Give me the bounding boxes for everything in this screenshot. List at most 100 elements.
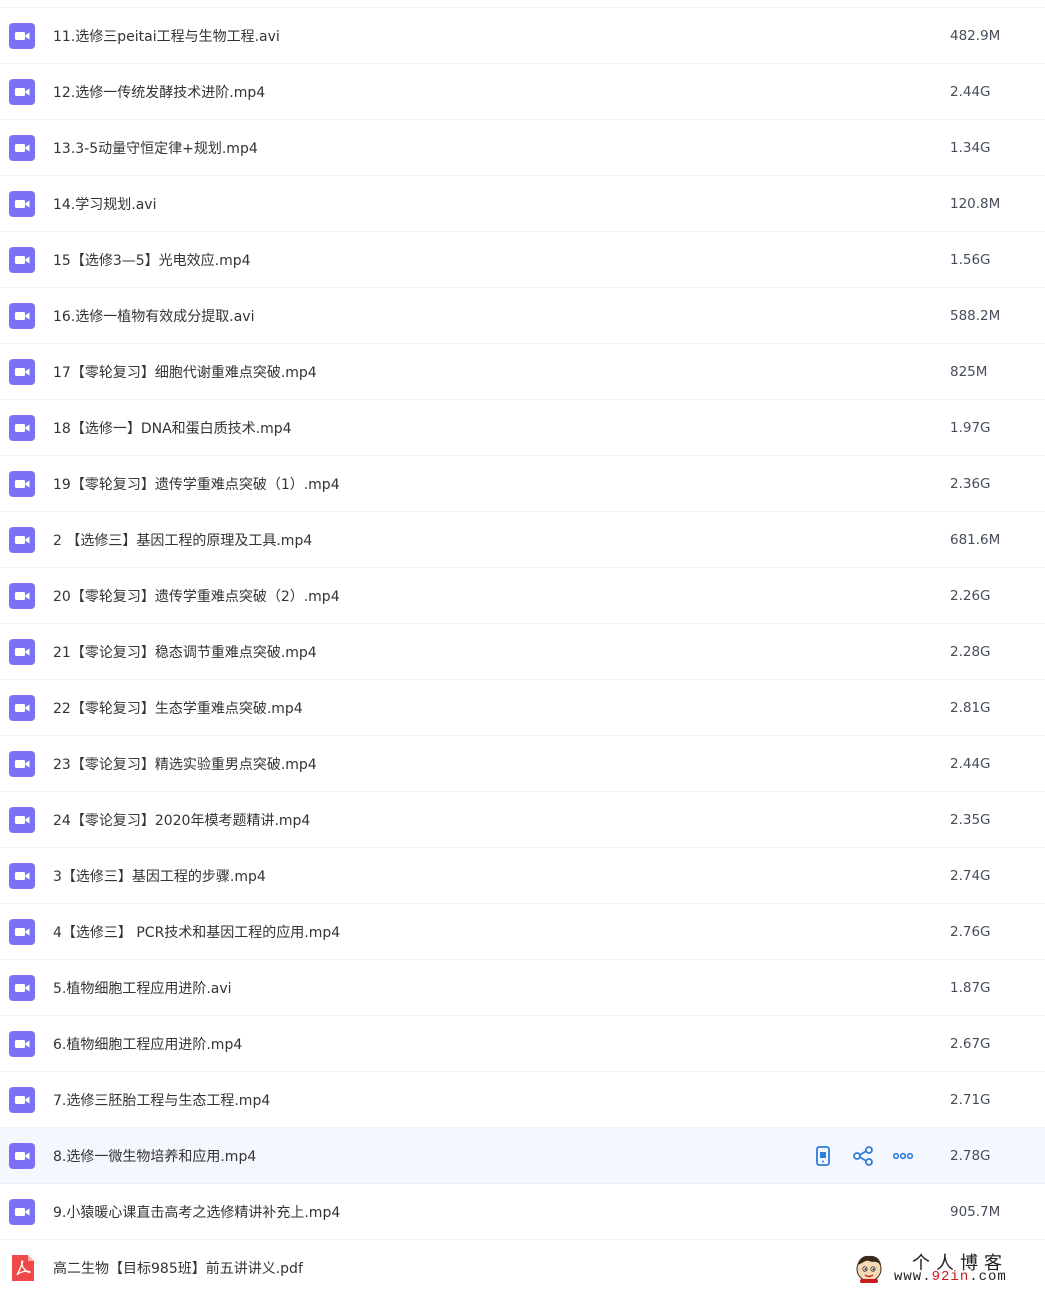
- file-size: 1.56G: [950, 251, 991, 268]
- file-size: 2.44G: [950, 755, 991, 772]
- file-size: 905.7M: [950, 1203, 1001, 1220]
- video-icon: [9, 1198, 35, 1225]
- file-row[interactable]: 15【选修3—5】光电效应.mp4 1.56G: [0, 231, 1045, 287]
- file-row[interactable]: 3【选修三】基因工程的步骤.mp4 2.74G: [0, 847, 1045, 903]
- file-name[interactable]: 7.选修三胚胎工程与生态工程.mp4: [53, 1090, 270, 1110]
- video-icon: [9, 358, 35, 385]
- file-name[interactable]: 15【选修3—5】光电效应.mp4: [53, 250, 251, 270]
- watermark-url-accent: 92in: [931, 1269, 970, 1285]
- watermark-url-prefix: www.: [894, 1269, 932, 1285]
- file-row[interactable]: 24【零论复习】2020年模考题精讲.mp4 2.35G: [0, 791, 1045, 847]
- file-size: 120.8M: [950, 195, 1001, 212]
- file-name[interactable]: 2 【选修三】基因工程的原理及工具.mp4: [53, 530, 312, 550]
- file-row[interactable]: 2 【选修三】基因工程的原理及工具.mp4 681.6M: [0, 511, 1045, 567]
- file-name[interactable]: 11.选修三peitai工程与生物工程.avi: [53, 26, 280, 46]
- video-icon: [9, 694, 35, 721]
- file-name[interactable]: 12.选修一传统发酵技术进阶.mp4: [53, 82, 265, 102]
- file-list: 11.选修三peitai工程与生物工程.avi 482.9M 12.选修一传统发酵技…: [0, 7, 1045, 1295]
- file-size: 482.9M: [950, 27, 1001, 44]
- file-name[interactable]: 17【零轮复习】细胞代谢重难点突破.mp4: [53, 362, 317, 382]
- video-icon: [9, 974, 35, 1001]
- file-name[interactable]: 13.3-5动量守恒定律+规划.mp4: [53, 138, 258, 158]
- file-row[interactable]: 4【选修三】 PCR技术和基因工程的应用.mp4 2.76G: [0, 903, 1045, 959]
- file-row[interactable]: 12.选修一传统发酵技术进阶.mp4 2.44G: [0, 63, 1045, 119]
- file-size: 2.26G: [950, 587, 991, 604]
- file-name[interactable]: 6.植物细胞工程应用进阶.mp4: [53, 1034, 242, 1054]
- file-name[interactable]: 16.选修一植物有效成分提取.avi: [53, 306, 254, 326]
- watermark-url: www.92in.com: [894, 1269, 1007, 1285]
- file-name[interactable]: 3【选修三】基因工程的步骤.mp4: [53, 866, 266, 886]
- file-name[interactable]: 5.植物细胞工程应用进阶.avi: [53, 978, 232, 998]
- file-size: 2.35G: [950, 811, 991, 828]
- file-name[interactable]: 8.选修一微生物培养和应用.mp4: [53, 1146, 256, 1166]
- file-size: 825M: [950, 363, 988, 380]
- file-name[interactable]: 19【零轮复习】遗传学重难点突破（1）.mp4: [53, 474, 340, 494]
- file-name[interactable]: 18【选修一】DNA和蛋白质技术.mp4: [53, 418, 292, 438]
- video-icon: [9, 918, 35, 945]
- file-size: 1.87G: [950, 979, 991, 996]
- file-row[interactable]: 9.小猿暖心课直击高考之选修精讲补充上.mp4 905.7M: [0, 1183, 1045, 1239]
- file-size: 1.97G: [950, 419, 991, 436]
- file-name[interactable]: 22【零轮复习】生态学重难点突破.mp4: [53, 698, 303, 718]
- video-icon: [9, 638, 35, 665]
- file-row[interactable]: 20【零轮复习】遗传学重难点突破（2）.mp4 2.26G: [0, 567, 1045, 623]
- file-name[interactable]: 9.小猿暖心课直击高考之选修精讲补充上.mp4: [53, 1202, 340, 1222]
- file-row[interactable]: 5.植物细胞工程应用进阶.avi 1.87G: [0, 959, 1045, 1015]
- file-row[interactable]: 7.选修三胚胎工程与生态工程.mp4 2.71G: [0, 1071, 1045, 1127]
- file-row[interactable]: 21【零论复习】稳态调节重难点突破.mp4 2.28G: [0, 623, 1045, 679]
- file-name[interactable]: 高二生物【目标985班】前五讲讲义.pdf: [53, 1258, 303, 1278]
- file-size: 2.28G: [950, 643, 991, 660]
- file-size: 2.71G: [950, 1091, 991, 1108]
- file-row[interactable]: 17【零轮复习】细胞代谢重难点突破.mp4 825M: [0, 343, 1045, 399]
- video-icon: [9, 190, 35, 217]
- phone-icon[interactable]: [812, 1145, 834, 1167]
- file-size: 681.6M: [950, 531, 1001, 548]
- file-row[interactable]: 13.3-5动量守恒定律+规划.mp4 1.34G: [0, 119, 1045, 175]
- file-name[interactable]: 14.学习规划.avi: [53, 194, 156, 214]
- file-size: 1.34G: [950, 139, 991, 156]
- video-icon: [9, 1086, 35, 1113]
- video-icon: [9, 246, 35, 273]
- video-icon: [9, 302, 35, 329]
- more-icon[interactable]: [892, 1145, 914, 1167]
- file-size: 2.74G: [950, 867, 991, 884]
- watermark: 个人博客 www.92in.com: [852, 1250, 1042, 1288]
- file-name[interactable]: 4【选修三】 PCR技术和基因工程的应用.mp4: [53, 922, 340, 942]
- video-icon: [9, 78, 35, 105]
- file-row[interactable]: 16.选修一植物有效成分提取.avi 588.2M: [0, 287, 1045, 343]
- video-icon: [9, 750, 35, 777]
- video-icon: [9, 470, 35, 497]
- file-size: 2.76G: [950, 923, 991, 940]
- video-icon: [9, 1030, 35, 1057]
- file-row[interactable]: 8.选修一微生物培养和应用.mp4 2.78G: [0, 1127, 1045, 1183]
- file-row[interactable]: 6.植物细胞工程应用进阶.mp4 2.67G: [0, 1015, 1045, 1071]
- file-row[interactable]: 14.学习规划.avi 120.8M: [0, 175, 1045, 231]
- video-icon: [9, 806, 35, 833]
- file-size: 2.78G: [950, 1147, 991, 1164]
- video-icon: [9, 134, 35, 161]
- file-size: 588.2M: [950, 307, 1001, 324]
- file-name[interactable]: 21【零论复习】稳态调节重难点突破.mp4: [53, 642, 317, 662]
- cartoon-avatar-icon: [856, 1255, 882, 1283]
- file-size: 2.36G: [950, 475, 991, 492]
- video-icon: [9, 862, 35, 889]
- watermark-url-suffix: .com: [969, 1269, 1007, 1285]
- video-icon: [9, 526, 35, 553]
- pdf-icon: [12, 1254, 34, 1281]
- file-name[interactable]: 20【零轮复习】遗传学重难点突破（2）.mp4: [53, 586, 340, 606]
- file-name[interactable]: 24【零论复习】2020年模考题精讲.mp4: [53, 810, 310, 830]
- file-row[interactable]: 18【选修一】DNA和蛋白质技术.mp4 1.97G: [0, 399, 1045, 455]
- share-icon[interactable]: [852, 1145, 874, 1167]
- file-size: 2.81G: [950, 699, 991, 716]
- video-icon: [9, 22, 35, 49]
- video-icon: [9, 582, 35, 609]
- file-row[interactable]: 11.选修三peitai工程与生物工程.avi 482.9M: [0, 7, 1045, 63]
- file-size: 2.44G: [950, 83, 991, 100]
- video-icon: [9, 1142, 35, 1169]
- file-name[interactable]: 23【零论复习】精选实验重男点突破.mp4: [53, 754, 317, 774]
- video-icon: [9, 414, 35, 441]
- row-actions: [812, 1145, 914, 1167]
- file-row[interactable]: 19【零轮复习】遗传学重难点突破（1）.mp4 2.36G: [0, 455, 1045, 511]
- file-row[interactable]: 23【零论复习】精选实验重男点突破.mp4 2.44G: [0, 735, 1045, 791]
- file-row[interactable]: 22【零轮复习】生态学重难点突破.mp4 2.81G: [0, 679, 1045, 735]
